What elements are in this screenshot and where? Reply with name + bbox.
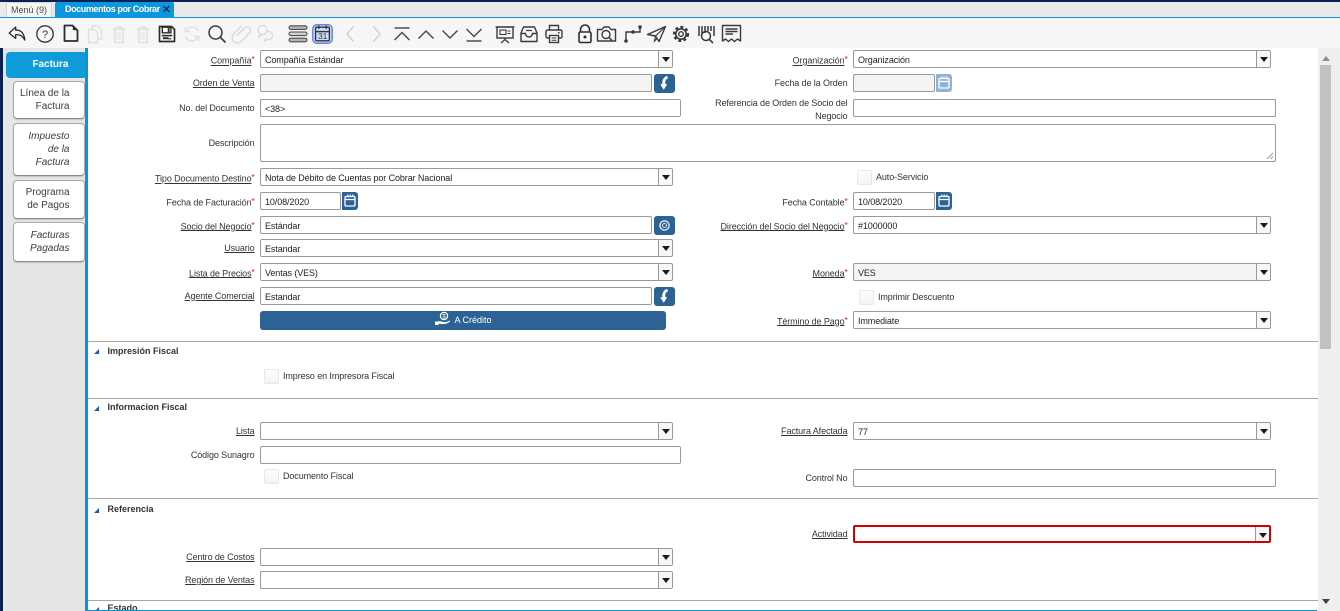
svg-text:31: 31 xyxy=(318,31,328,41)
svg-text:?: ? xyxy=(42,29,48,41)
